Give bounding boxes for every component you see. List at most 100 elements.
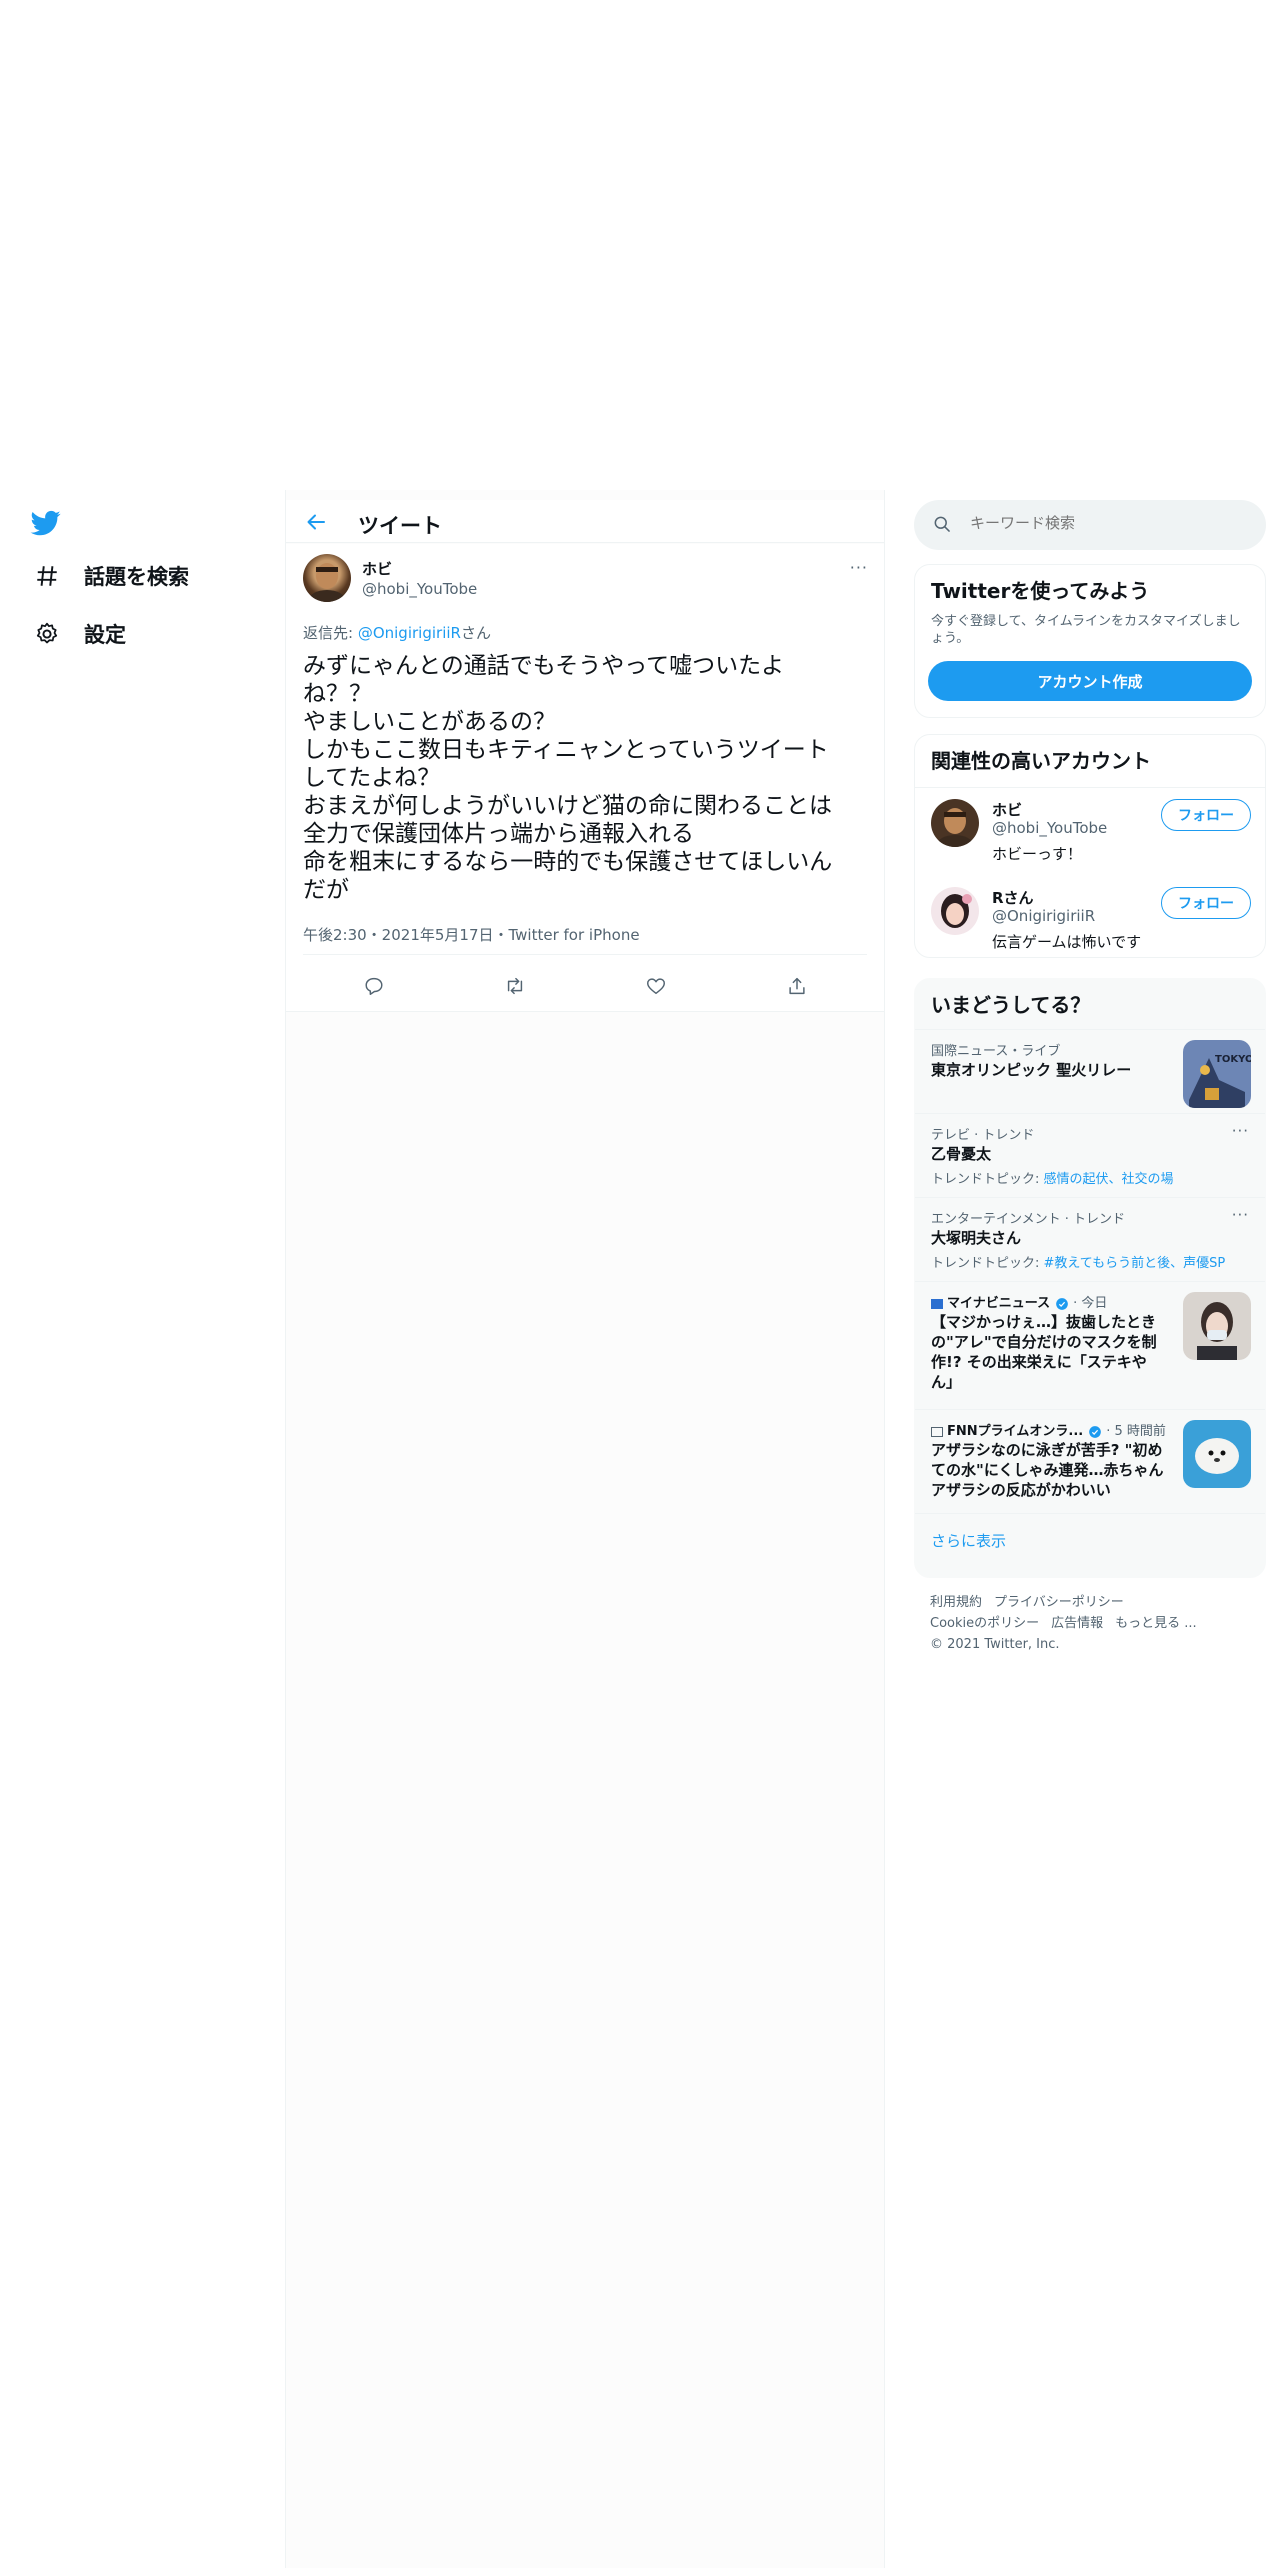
trend-context: エンターテインメント · トレンド bbox=[931, 1212, 1126, 1227]
more-options-icon[interactable]: ··· bbox=[1232, 1122, 1249, 1140]
reply-to: 返信先: @OnigirigiriiRさん bbox=[303, 622, 491, 643]
account-item[interactable]: Rさん @OnigirigiriiR 伝言ゲームは怖いです フォロー bbox=[915, 879, 1265, 957]
footer-link-privacy[interactable]: プライバシーポリシー bbox=[994, 1595, 1124, 1610]
nav-item-label: 話題を検索 bbox=[84, 565, 189, 589]
reply-prefix: 返信先: bbox=[303, 624, 358, 642]
tweet: ホビ @hobi_YouTobe ··· 返信先: @OnigirigiriiR… bbox=[286, 544, 884, 1012]
avatar[interactable] bbox=[931, 799, 979, 847]
who-to-follow-card: 関連性の高いアカウント ホビ @hobi_YouTobe ホビーっす！ フォロー… bbox=[914, 734, 1266, 958]
account-name[interactable]: Rさん bbox=[992, 887, 1034, 908]
main-column: ツイート ホビ @hobi_YouTobe ··· 返信先: @Onigirig… bbox=[285, 490, 885, 2568]
account-handle: @hobi_YouTobe bbox=[992, 819, 1108, 837]
nav-item-label: 設定 bbox=[84, 623, 126, 647]
reply-suffix: さん bbox=[460, 624, 491, 642]
reply-icon[interactable] bbox=[361, 973, 387, 999]
tweet-line: おまえが何しようがいいけど猫の命に関わることは bbox=[303, 793, 832, 819]
news-title-line: ての水"にくしゃみ連発…赤ちゃん bbox=[931, 1461, 1164, 1479]
page-title: ツイート bbox=[358, 514, 442, 538]
trend-topic-link[interactable]: 感情の起伏、社交の場 bbox=[1044, 1172, 1174, 1187]
source-logo-icon bbox=[931, 1298, 943, 1309]
retweet-icon[interactable] bbox=[502, 973, 528, 999]
trend-title: 乙骨憂太 bbox=[931, 1145, 992, 1163]
trend-subtitle: トレンドトピック: #教えてもらう前と後、声優SP bbox=[931, 1252, 1225, 1271]
news-time: · 今日 bbox=[1073, 1296, 1108, 1311]
trends-title: いまどうしてる？ bbox=[931, 993, 1091, 1017]
author-name[interactable]: ホビ bbox=[362, 558, 392, 579]
news-item[interactable]: マイナビニュース · 今日 【マジかっけぇ…】抜歯したとき の"アレ"で自分だけ… bbox=[915, 1281, 1265, 1409]
who-to-follow-title: 関連性の高いアカウント bbox=[931, 749, 1151, 773]
tweet-line: ね？？ bbox=[303, 681, 372, 707]
news-source: マイナビニュース · 今日 bbox=[931, 1292, 1107, 1311]
tweet-line: 命を粗末にするなら一時的でも保護させてほしいん bbox=[303, 849, 833, 875]
show-more-row[interactable]: さらに表示 bbox=[915, 1513, 1265, 1577]
avatar[interactable] bbox=[303, 554, 351, 602]
tweet-timestamp[interactable]: 午後2:30・2021年5月17日・Twitter for iPhone bbox=[303, 924, 640, 945]
avatar[interactable] bbox=[931, 887, 979, 935]
news-time: · 5 時間前 bbox=[1106, 1424, 1166, 1439]
more-options-icon[interactable]: ··· bbox=[1232, 1206, 1249, 1224]
follow-button[interactable]: フォロー bbox=[1161, 887, 1251, 919]
tweet-line: してたよね？ bbox=[303, 765, 441, 791]
account-item[interactable]: ホビ @hobi_YouTobe ホビーっす！ フォロー bbox=[915, 791, 1265, 877]
source-logo-icon bbox=[931, 1426, 943, 1437]
news-title-line: アザラシの反応がかわいい bbox=[931, 1481, 1111, 1499]
trend-subtitle: トレンドトピック: 感情の起伏、社交の場 bbox=[931, 1168, 1174, 1187]
tweet-actions bbox=[303, 964, 867, 1008]
trends-card: いまどうしてる？ 国際ニュース・ライブ 東京オリンピック 聖火リレー TOKYO… bbox=[914, 978, 1266, 1578]
trend-sub-prefix: トレンドトピック: bbox=[931, 1256, 1044, 1271]
news-thumbnail bbox=[1183, 1292, 1251, 1360]
footer-link-terms[interactable]: 利用規約 bbox=[930, 1595, 982, 1610]
show-more-link[interactable]: さらに表示 bbox=[931, 1530, 1006, 1551]
tweet-line: しかもここ数日もキティニャンとっていうツイート bbox=[303, 737, 829, 763]
account-handle: @OnigirigiriiR bbox=[992, 907, 1096, 925]
news-source-name: FNNプライムオンラ... bbox=[947, 1424, 1084, 1439]
more-options-icon[interactable]: ··· bbox=[850, 558, 868, 577]
verified-badge-icon bbox=[1088, 1425, 1101, 1438]
signup-description: 今すぐ登録して、タイムラインをカスタマイズしましょう。 bbox=[931, 614, 1241, 646]
footer-copyright: © 2021 Twitter, Inc. bbox=[930, 1637, 1060, 1652]
divider bbox=[915, 787, 1265, 788]
nav-item-settings[interactable]: 設定 bbox=[30, 614, 126, 654]
thumb-text: TOKYO bbox=[1215, 1054, 1251, 1065]
trend-item[interactable]: 国際ニュース・ライブ 東京オリンピック 聖火リレー TOKYO bbox=[915, 1029, 1265, 1113]
tweet-line: 全力で保護団体片っ端から通報入れる bbox=[303, 821, 694, 847]
news-title-line: アザラシなのに泳ぎが苦手? "初め bbox=[931, 1441, 1163, 1459]
footer-link-more[interactable]: もっと見る ... bbox=[1115, 1616, 1197, 1631]
signup-card: Twitterを使ってみよう 今すぐ登録して、タイムラインをカスタマイズしましょ… bbox=[914, 564, 1266, 718]
search-icon bbox=[932, 514, 954, 536]
twitter-bird-icon[interactable] bbox=[28, 508, 64, 538]
trend-item[interactable]: エンターテインメント · トレンド ··· 大塚明夫さん トレンドトピック: #… bbox=[915, 1197, 1265, 1281]
news-title-line: の"アレ"で自分だけのマスクを制 bbox=[931, 1333, 1157, 1351]
create-account-button[interactable]: アカウント作成 bbox=[928, 661, 1252, 701]
trend-item[interactable]: テレビ · トレンド ··· 乙骨憂太 トレンドトピック: 感情の起伏、社交の場 bbox=[915, 1113, 1265, 1197]
arrow-left-icon[interactable] bbox=[304, 510, 332, 538]
trend-context: 国際ニュース・ライブ bbox=[931, 1044, 1061, 1059]
share-icon[interactable] bbox=[784, 973, 810, 999]
footer-link-cookies[interactable]: Cookieのポリシー bbox=[930, 1616, 1039, 1631]
news-title-line: ん」 bbox=[931, 1373, 962, 1391]
like-icon[interactable] bbox=[643, 973, 669, 999]
gear-icon bbox=[30, 617, 64, 651]
search-input[interactable] bbox=[970, 514, 1240, 532]
news-thumbnail bbox=[1183, 1420, 1251, 1488]
news-title-line: 作!? その出来栄えに「ステキや bbox=[931, 1353, 1147, 1371]
news-source-name: マイナビニュース bbox=[947, 1296, 1051, 1311]
author-handle[interactable]: @hobi_YouTobe bbox=[362, 580, 477, 598]
follow-button[interactable]: フォロー bbox=[1161, 799, 1251, 831]
news-item[interactable]: FNNプライムオンラ... · 5 時間前 アザラシなのに泳ぎが苦手? "初め … bbox=[915, 1409, 1265, 1513]
footer-row: 利用規約 プライバシーポリシー bbox=[930, 1592, 1260, 1613]
nav-item-explore[interactable]: 話題を検索 bbox=[30, 556, 189, 596]
signup-title: Twitterを使ってみよう bbox=[931, 579, 1150, 603]
trend-topic-link[interactable]: #教えてもらう前と後、声優SP bbox=[1044, 1256, 1226, 1271]
trend-thumbnail: TOKYO bbox=[1183, 1040, 1251, 1108]
search-bar[interactable] bbox=[914, 500, 1266, 550]
account-name[interactable]: ホビ bbox=[992, 799, 1022, 820]
account-bio: 伝言ゲームは怖いです bbox=[992, 933, 1142, 951]
footer-link-ads[interactable]: 広告情報 bbox=[1051, 1616, 1103, 1631]
news-title: アザラシなのに泳ぎが苦手? "初め ての水"にくしゃみ連発…赤ちゃん アザラシの… bbox=[931, 1440, 1171, 1500]
reply-mention-link[interactable]: @OnigirigiriiR bbox=[358, 624, 461, 642]
account-bio: ホビーっす！ bbox=[992, 845, 1083, 863]
trend-title: 大塚明夫さん bbox=[931, 1229, 1022, 1247]
trend-sub-prefix: トレンドトピック: bbox=[931, 1172, 1044, 1187]
news-title: 【マジかっけぇ…】抜歯したとき の"アレ"で自分だけのマスクを制 作!? その出… bbox=[931, 1312, 1171, 1392]
